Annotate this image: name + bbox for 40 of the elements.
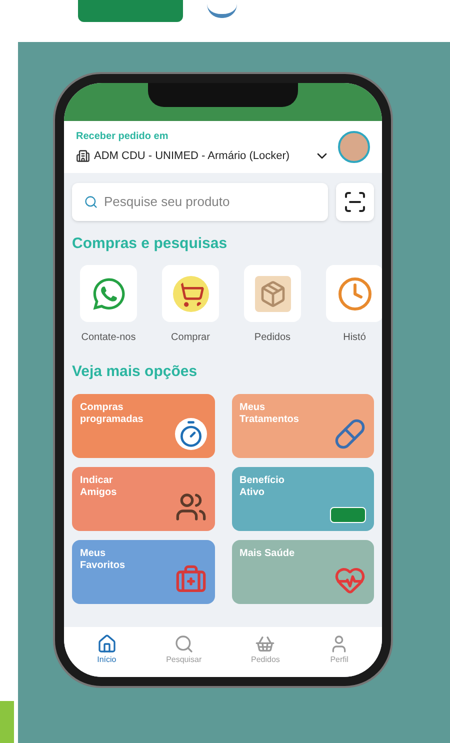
option-card[interactable]: Benefício Ativo — [232, 466, 374, 530]
delivery-location[interactable]: ADM CDU - UNIMED - Armário (Locker) — [94, 148, 290, 164]
nav-tab[interactable]: Início — [96, 634, 117, 666]
search-field[interactable]: Pesquise seu produto — [72, 182, 328, 220]
chat-bubble-icon — [90, 276, 126, 312]
option-card[interactable]: Compras programadas — [72, 394, 214, 458]
basket-icon — [255, 634, 276, 654]
delivery-label: Receber pedido em — [76, 130, 170, 144]
home-icon — [96, 634, 117, 654]
search-icon — [174, 634, 194, 654]
option-card[interactable]: Indicar Amigos — [72, 466, 214, 530]
option-card[interactable]: Mais Saúde — [232, 540, 374, 604]
shortcut-label: Histó — [343, 331, 366, 345]
nav-tab[interactable]: Perfil — [329, 634, 350, 666]
shortcut-tile[interactable] — [80, 265, 137, 322]
pill-icon — [334, 418, 366, 450]
barcode-scan-icon — [343, 190, 367, 214]
stopwatch-icon — [174, 418, 206, 450]
shortcut-tile[interactable] — [162, 265, 219, 322]
corner-bar — [0, 701, 14, 743]
shortcut-label: Comprar — [171, 331, 210, 345]
section-title: Compras e pesquisas — [71, 234, 228, 254]
nav-tab[interactable]: Pedidos — [251, 634, 280, 666]
option-card[interactable]: Meus Favoritos — [72, 540, 214, 604]
box-icon — [254, 276, 290, 312]
barcode-scan-button[interactable] — [336, 182, 374, 220]
section-title: Veja mais opções — [71, 362, 198, 382]
logo-badge-icon — [330, 506, 366, 522]
shortcut-label: Contate-nos — [81, 331, 136, 345]
shortcut-tile[interactable] — [244, 265, 301, 322]
building-icon — [76, 149, 90, 164]
cart-icon — [172, 276, 208, 312]
avatar[interactable] — [338, 130, 370, 163]
option-card[interactable]: Meus Tratamentos — [232, 394, 374, 458]
shortcut-tile[interactable] — [326, 265, 382, 322]
search-icon — [84, 194, 98, 208]
people-icon — [174, 490, 206, 522]
nav-tab[interactable]: Pesquisar — [166, 634, 202, 666]
shortcut-label: Pedidos — [254, 331, 291, 345]
clock-icon — [336, 276, 372, 312]
